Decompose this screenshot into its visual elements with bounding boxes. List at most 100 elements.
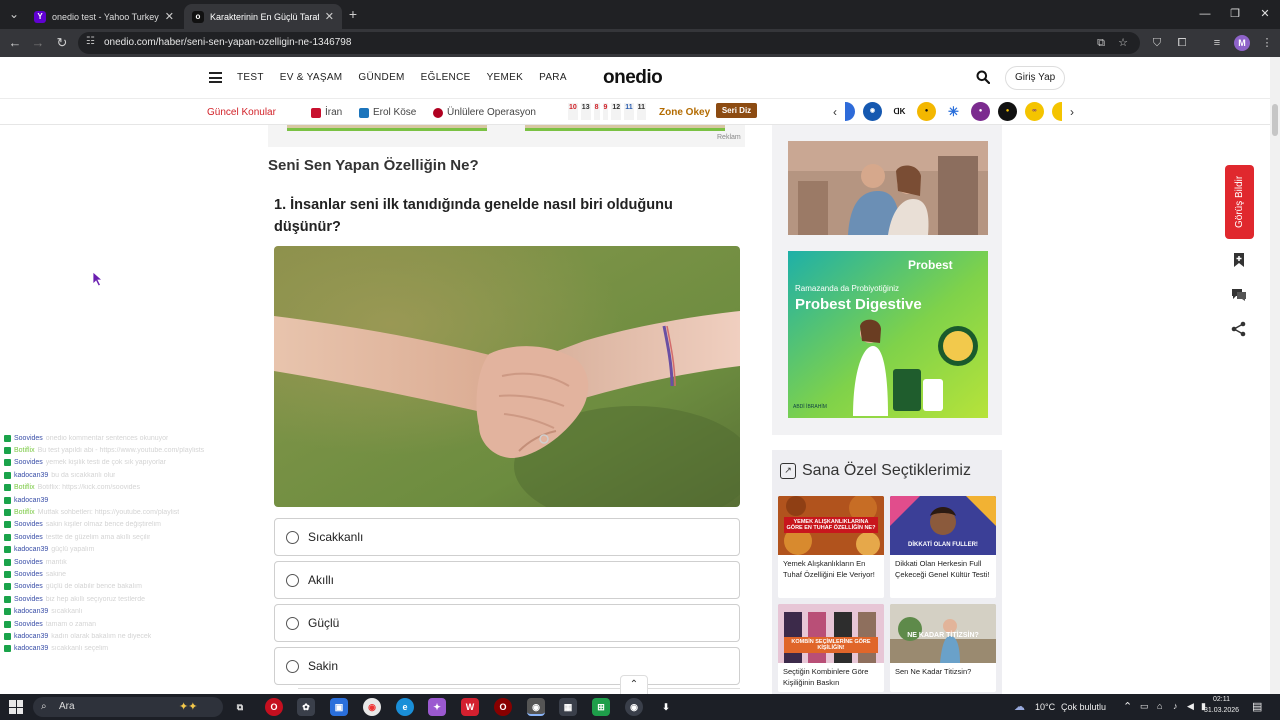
microphone-icon[interactable]: ♪ — [1173, 701, 1178, 711]
forward-icon[interactable]: → — [29, 34, 47, 52]
channel-icon[interactable]: ● — [971, 102, 990, 121]
recommendation-card[interactable]: KOMBİN SEÇİMLERİNE GÖRE KİŞİLİĞİN! Seçti… — [778, 604, 884, 692]
url-input[interactable]: ☷ onedio.com/haber/seni-sen-yapan-ozelli… — [78, 32, 1140, 54]
tray-chevron-icon[interactable]: ⌃ — [1123, 700, 1132, 713]
nav-item-yemek[interactable]: YEMEK — [487, 72, 524, 83]
nav-item-para[interactable]: PARA — [539, 72, 567, 83]
windows-start-icon[interactable] — [9, 700, 23, 714]
window-close-icon[interactable]: ✕ — [1250, 4, 1280, 24]
scroll-up-button[interactable]: ⌃ — [620, 675, 648, 695]
app-icon[interactable]: ⬇ — [657, 698, 675, 716]
channel-icon[interactable]: ✳ — [944, 102, 963, 121]
channel-icon[interactable] — [845, 102, 855, 121]
app-icon[interactable]: ⊞ — [592, 698, 610, 716]
clock-date[interactable]: 31.03.2026 — [1204, 707, 1239, 714]
tab-yahoo[interactable]: Y onedio test - Yahoo Turkey Ara ✕ — [26, 4, 182, 29]
chevron-right-icon[interactable]: › — [1070, 105, 1074, 119]
recommendation-card[interactable]: YEMEK ALIŞKANLIKLARINA GÖRE EN TUHAF ÖZE… — [778, 496, 884, 598]
profile-avatar[interactable]: M — [1234, 35, 1250, 51]
option-akilli[interactable]: Akıllı — [274, 561, 740, 599]
seri-diz-button[interactable]: Seri Diz — [716, 103, 757, 118]
channel-icon[interactable]: ● — [917, 102, 936, 121]
extensions-icon[interactable]: ⧠ — [1175, 36, 1189, 50]
bookmark-add-icon[interactable] — [1230, 251, 1248, 269]
site-info-icon[interactable]: ☷ — [86, 36, 98, 48]
topic-unlulere-operasyon[interactable]: Ünlülere Operasyon — [433, 107, 536, 118]
tab-search-icon[interactable]: ⌄ — [6, 6, 22, 22]
bookmark-star-icon[interactable]: ☆ — [1116, 36, 1130, 50]
option-sicakkanli[interactable]: Sıcakkanlı — [274, 518, 740, 556]
scrollbar-thumb[interactable] — [1272, 104, 1278, 136]
channel-carousel: ‹ ◉ ᗡK ● ✳ ● ● ∞ › — [833, 102, 1074, 121]
task-view-icon[interactable]: ⧉ — [231, 698, 249, 716]
channel-icon[interactable]: ᗡK — [890, 102, 909, 121]
share-icon[interactable] — [1230, 320, 1248, 338]
topic-erol-kose[interactable]: Erol Köse — [359, 107, 416, 118]
probest-ad-image[interactable] — [788, 251, 988, 418]
clock-time[interactable]: 02:11 — [1213, 696, 1230, 703]
close-icon[interactable]: ✕ — [165, 10, 174, 23]
topic-iran[interactable]: İran — [311, 107, 342, 118]
top-advertisement[interactable] — [268, 125, 745, 147]
shield-icon[interactable]: ⛉ — [1150, 36, 1164, 50]
restore-icon[interactable]: ❐ — [1220, 4, 1250, 24]
chrome-icon[interactable]: ◉ — [625, 698, 643, 716]
notification-icon[interactable]: ▤ — [1252, 700, 1262, 713]
channel-icon[interactable]: ∞ — [1025, 102, 1044, 121]
option-sakin[interactable]: Sakin — [274, 647, 740, 685]
chevron-left-icon[interactable]: ‹ — [833, 105, 837, 119]
tab-onedio[interactable]: o Karakterinin En Güçlü Tarafını S ✕ — [184, 4, 342, 29]
app-icon[interactable]: W — [461, 698, 479, 716]
nav-item-test[interactable]: TEST — [237, 72, 264, 83]
install-app-icon[interactable]: ⧉ — [1094, 36, 1108, 50]
tray-icon[interactable]: ▭ — [1140, 701, 1149, 712]
channel-icon[interactable] — [1052, 102, 1062, 121]
red-dot-icon — [433, 107, 443, 118]
app-icon[interactable]: ▣ — [330, 698, 348, 716]
close-icon[interactable]: ✕ — [325, 10, 334, 23]
chat-badge-icon — [4, 484, 11, 492]
radio-icon — [286, 616, 299, 630]
channel-icon[interactable]: ◉ — [863, 102, 882, 121]
weather-icon[interactable]: ☁ — [1014, 700, 1025, 713]
comments-icon[interactable] — [1230, 285, 1248, 303]
nav-item-gundem[interactable]: GÜNDEM — [358, 72, 404, 83]
recommendation-card[interactable]: DİKKATİ OLAN FULLER! Dikkati Olan Herkes… — [890, 496, 996, 598]
opera-icon[interactable]: O — [265, 698, 283, 716]
app-icon[interactable]: ✿ — [297, 698, 315, 716]
new-tab-button[interactable]: + — [345, 6, 361, 22]
couple-ad-image[interactable] — [788, 141, 988, 235]
channel-icon[interactable]: ● — [998, 102, 1017, 121]
menu-dots-icon[interactable]: ⋮ — [1260, 36, 1274, 50]
chrome-icon[interactable]: ◉ — [363, 698, 381, 716]
minimize-icon[interactable]: — — [1190, 4, 1220, 24]
page-scrollbar[interactable] — [1270, 57, 1280, 694]
reload-icon[interactable]: ↻ — [53, 34, 71, 52]
back-icon[interactable]: ← — [6, 34, 24, 52]
feedback-button[interactable]: Görüş Bildir — [1225, 165, 1254, 239]
taskbar-search-input[interactable]: ⌕ Ara ✦✦ — [33, 697, 223, 717]
chrome-active-icon[interactable]: ◉ — [527, 698, 545, 716]
weather-desc[interactable]: Çok bulutlu — [1061, 702, 1106, 712]
current-topics-label[interactable]: Güncel Konular — [207, 107, 276, 118]
app-icon[interactable]: ✦ — [428, 698, 446, 716]
site-logo[interactable]: onedio — [603, 67, 663, 89]
network-icon[interactable]: ⌂ — [1157, 701, 1162, 711]
nav-item-eglence[interactable]: EĞLENCE — [421, 72, 471, 83]
opera-gx-icon[interactable]: O — [494, 698, 512, 716]
zone-okey-label[interactable]: Zone Okey — [659, 107, 710, 118]
zone-okey-tiles[interactable]: 10 13 8 9 12 11 11 — [568, 103, 647, 120]
search-icon[interactable] — [976, 70, 990, 84]
nav-item-ev-yasam[interactable]: EV & YAŞAM — [280, 72, 343, 83]
chat-badge-icon — [4, 471, 11, 479]
hamburger-menu-icon[interactable] — [209, 72, 222, 83]
weather-temp[interactable]: 10°C — [1035, 702, 1055, 712]
edge-icon[interactable]: e — [396, 698, 414, 716]
calculator-icon[interactable]: ▦ — [559, 698, 577, 716]
reading-list-icon[interactable]: ≡ — [1210, 36, 1224, 50]
option-guclu[interactable]: Güçlü — [274, 604, 740, 642]
recommendation-card[interactable]: NE KADAR TİTİZSİN? Sen Ne Kadar Titizsin… — [890, 604, 996, 692]
url-text: onedio.com/haber/seni-sen-yapan-ozelligi… — [104, 37, 352, 48]
login-button[interactable]: Giriş Yap — [1005, 66, 1066, 90]
volume-icon[interactable]: ◀ — [1187, 701, 1194, 712]
